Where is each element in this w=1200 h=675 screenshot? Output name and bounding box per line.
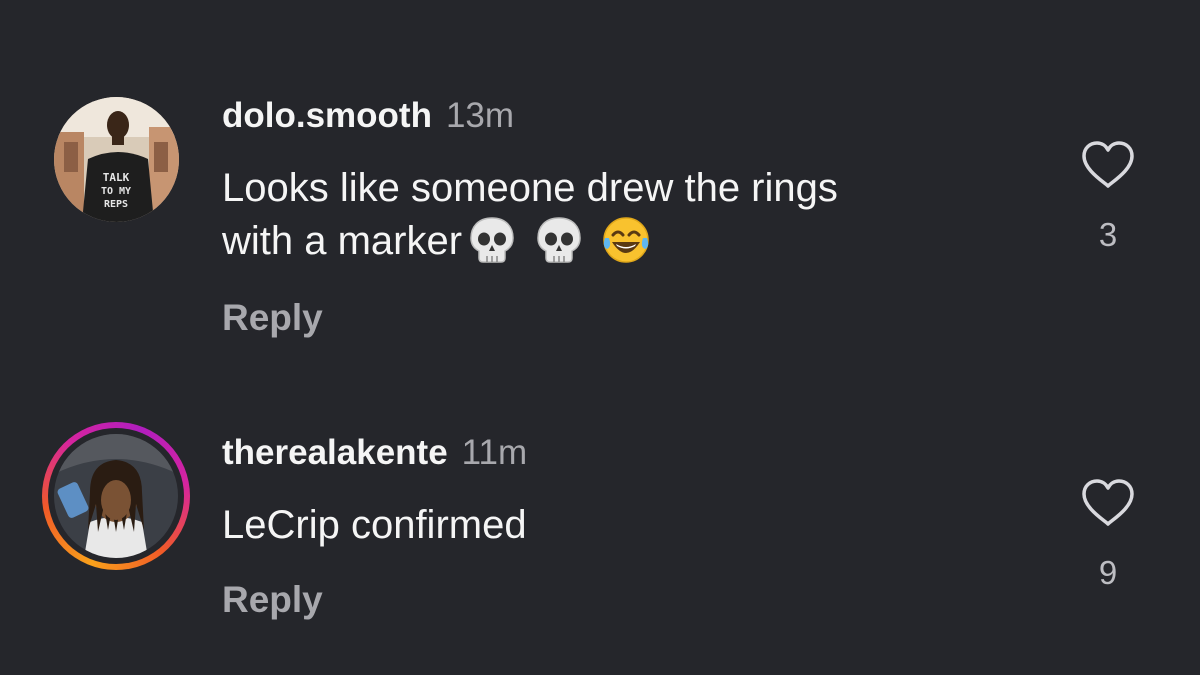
avatar-story-ring[interactable] [42,422,190,570]
username[interactable]: therealakente [222,433,448,472]
avatar [54,434,178,558]
comment-item: therealakente 11m LeCrip confirmed Reply … [0,0,1200,675]
like-count: 9 [1098,554,1118,591]
timestamp: 11m [461,433,528,472]
like-column: 9 [1078,478,1138,591]
reply-button[interactable]: Reply [222,580,323,620]
comment-header: therealakente 11m [222,433,527,473]
heart-icon[interactable] [1080,478,1136,528]
comments-screen: TALK TO MY REPS dolo.smooth 13m Looks lik… [0,0,1200,675]
avatar-photo [54,434,178,558]
comment-text: LeCrip confirmed [222,503,527,547]
